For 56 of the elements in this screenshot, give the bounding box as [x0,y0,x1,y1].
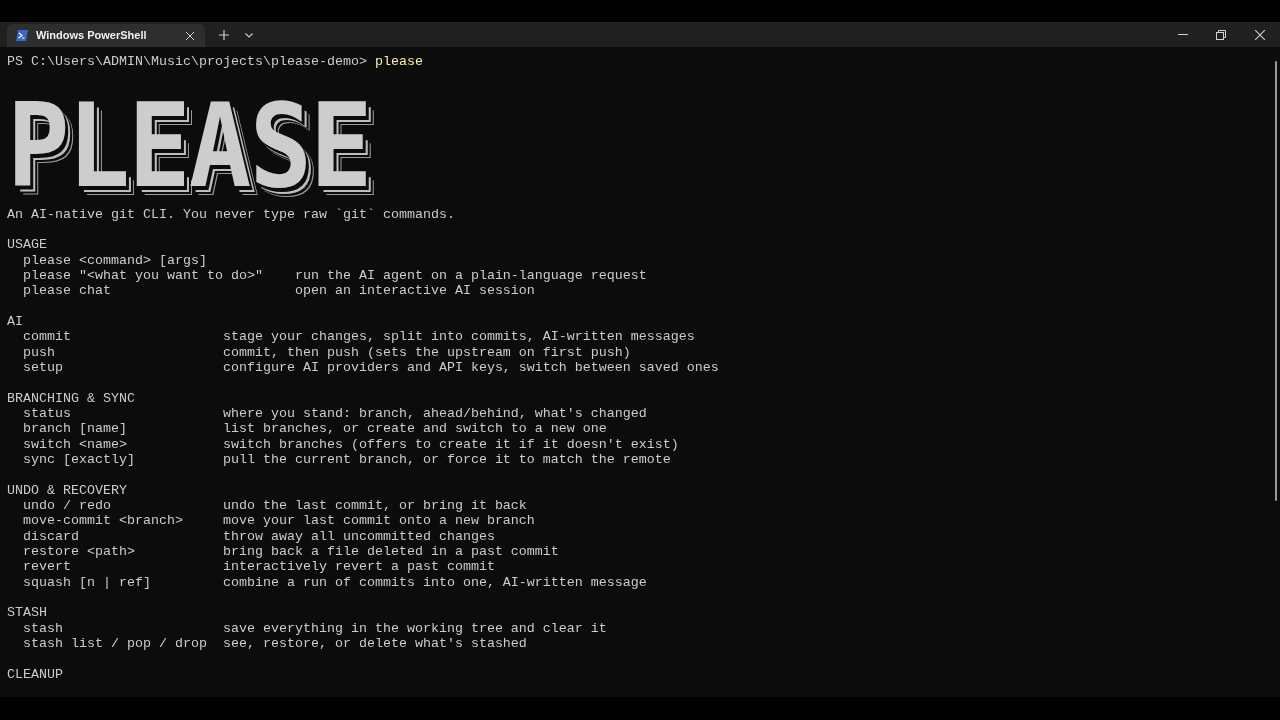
command-description: where you stand: branch, ahead/behind, what's changed [222,405,647,422]
command-description: undo the last commit, or bring it back [222,497,527,514]
command-name: please chat [23,283,112,299]
close-icon [1255,29,1265,40]
command-description: configure AI providers and API keys, switch between saved ones [222,359,719,376]
banner-logo: PLEASE [7,100,371,191]
terminal-tab[interactable]: Windows PowerShell [7,24,205,47]
powershell-icon [16,30,28,41]
scrollbar-thumb[interactable] [1275,61,1277,501]
command-description: run the AI agent on a plain-language request [294,267,647,284]
command-name: status [23,405,72,422]
prompt-path: PS C:\Users\ADMIN\Music\projects\please-demo> [7,54,367,70]
command-name: please "<what you want to do>" [23,267,264,284]
command-name: setup [23,359,64,376]
command-name: revert [23,559,72,575]
command-name: stash list / pop / drop [23,635,208,652]
section-heading: AI [7,313,23,330]
close-icon [186,31,194,40]
section-heading: USAGE [7,237,47,253]
command-name: branch [name] [23,421,128,437]
command-name: discard [23,528,80,544]
section-heading: UNDO & RECOVERY [7,482,127,498]
command-description: interactively revert a past commit [222,559,495,575]
command-description: stage your changes, split into commits, AI-written messages [222,329,695,345]
restore-icon [1216,29,1226,40]
section-heading: CLEANUP [7,666,63,682]
command-name: move-commit <branch> [23,513,184,529]
command-name: squash [n | ref] [23,574,152,590]
command-description: save everything in the working tree and clear it [222,620,607,636]
tab-close-button[interactable] [184,29,196,42]
command-description: combine a run of commits into one, AI-written message [222,574,647,590]
command-name: commit [23,329,72,345]
command-name: push [23,344,56,360]
command-name: sync [exactly] [23,451,136,468]
command-description: pull the current branch, or force it to match the remote [222,451,671,468]
command-name: undo / redo [23,497,112,514]
command-name: restore <path> [23,543,136,560]
command-description: switch branches (offers to create it if it doesn't exist) [222,436,679,452]
chevron-down-icon [245,32,253,38]
command-name: switch <name> [23,436,128,452]
tab-title: Windows PowerShell [36,28,148,44]
command-description: open an interactive AI session [294,283,535,299]
plus-icon [219,30,229,40]
command-description: bring back a file deleted in a past commit [222,543,559,560]
section-heading: STASH [7,605,47,621]
minimize-icon [1178,34,1188,35]
command-name: stash [23,620,64,636]
command-description: see, restore, or delete what's stashed [222,635,527,652]
command-description: move your last commit onto a new branch [222,513,535,529]
command-description: list branches, or create and switch to a new one [222,421,607,437]
command-name: please <command> [args] [23,252,208,268]
command-text: please [374,54,423,70]
section-heading: BRANCHING & SYNC [7,390,135,406]
tagline-text: An AI-native git CLI. You never type raw `git` commands. [7,206,455,222]
command-description: commit, then push (sets the upstream on first push) [222,344,631,360]
command-description: throw away all uncommitted changes [222,528,495,544]
